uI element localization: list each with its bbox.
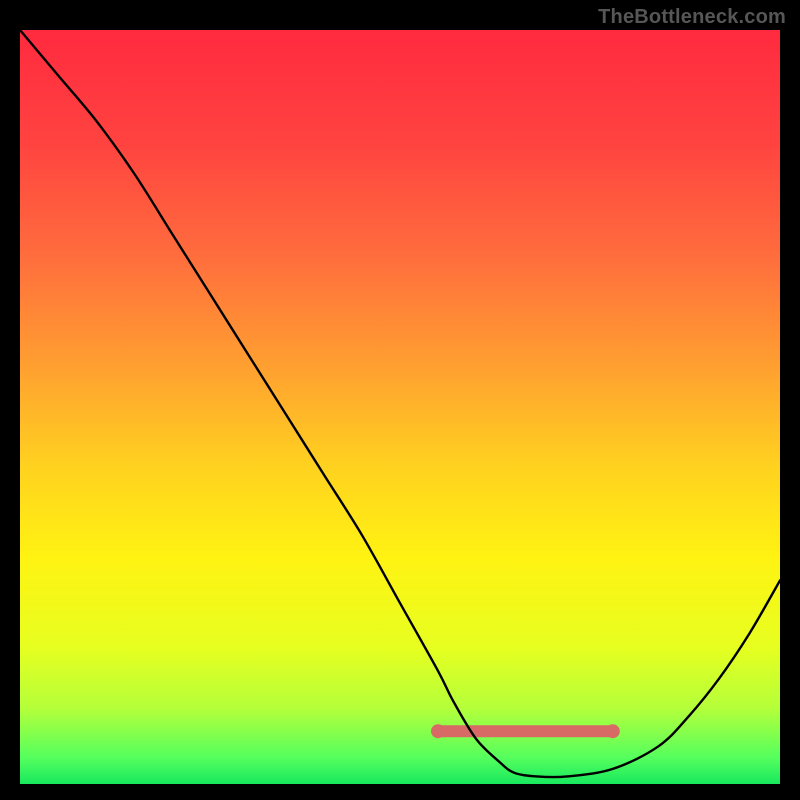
highlight-dot [606, 724, 620, 738]
bottleneck-chart [20, 30, 780, 784]
highlight-dot [431, 724, 445, 738]
plot-area [20, 30, 780, 784]
watermark-text: TheBottleneck.com [598, 6, 786, 29]
chart-stage: TheBottleneck.com [0, 0, 800, 800]
gradient-background [20, 30, 780, 784]
